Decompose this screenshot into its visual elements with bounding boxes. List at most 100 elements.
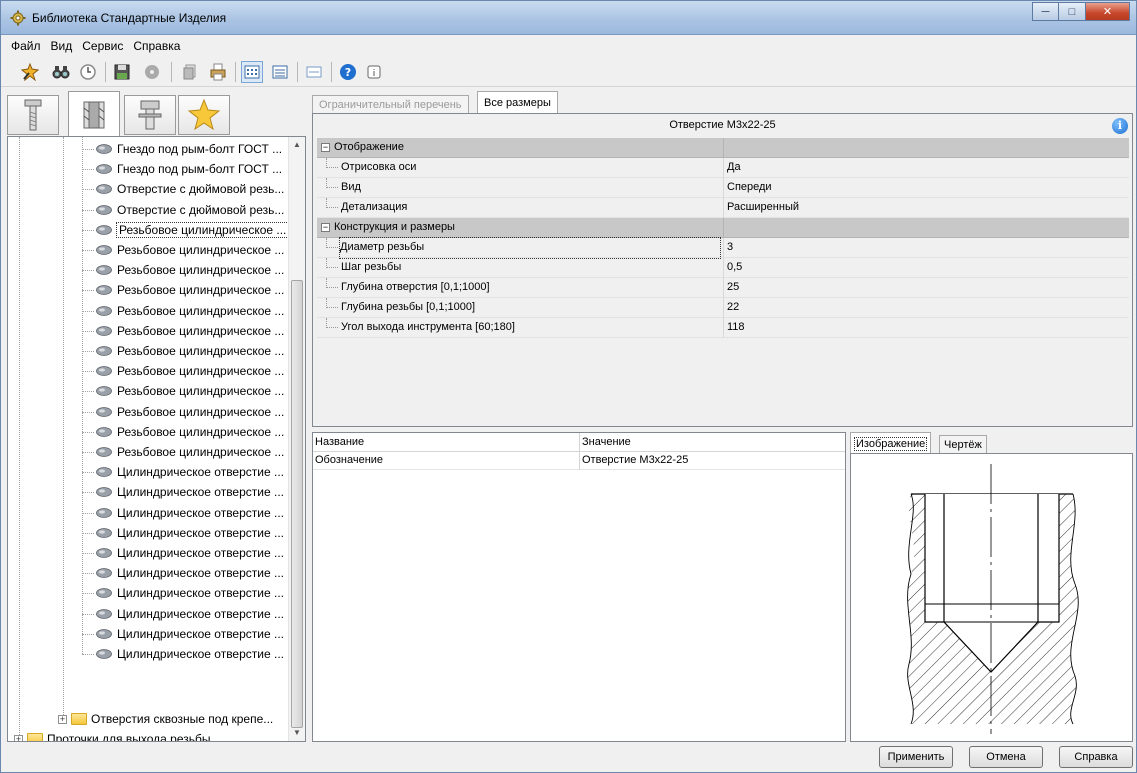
tree-item[interactable]: Резьбовое цилиндрическое ... — [96, 402, 284, 422]
disk-button[interactable] — [141, 61, 163, 83]
tree-item-label: Цилиндрическое отверстие ... — [117, 505, 284, 520]
category-construction[interactable]: − Конструкция и размеры — [317, 218, 1129, 238]
property-row[interactable]: Вид Спереди — [317, 178, 1129, 198]
property-value[interactable]: 3 — [723, 238, 1129, 258]
tree-item[interactable]: Резьбовое цилиндрическое ... — [96, 280, 284, 300]
column-header-name[interactable]: Название — [313, 433, 364, 452]
close-button[interactable]: ✕ — [1086, 2, 1130, 21]
property-row[interactable]: Диаметр резьбы 3 — [317, 237, 1129, 259]
minimize-button[interactable]: ─ — [1032, 2, 1059, 21]
menu-help[interactable]: Справка — [128, 39, 185, 53]
tree-scrollbar[interactable]: ▲ ▼ — [288, 137, 305, 741]
tab-restrict-list[interactable]: Ограничительный перечень — [312, 95, 469, 114]
grid-view-button[interactable] — [241, 61, 263, 83]
property-row[interactable]: Отрисовка оси Да — [317, 158, 1129, 178]
tree-folder-through-holes[interactable]: + Отверстия сквозные под крепе... — [58, 709, 273, 729]
tree-item-label: Резьбовое цилиндрическое ... — [117, 243, 285, 257]
tree-item[interactable]: Резьбовое цилиндрическое ... — [96, 220, 290, 240]
scroll-thumb[interactable] — [291, 280, 303, 728]
apply-button[interactable]: Применить — [879, 746, 953, 768]
pin-icon — [21, 63, 39, 81]
tree-item[interactable]: Резьбовое цилиндрическое ... — [96, 442, 284, 462]
tree-item[interactable]: Резьбовое цилиндрическое ... — [96, 240, 284, 260]
tree-item[interactable]: Резьбовое цилиндрическое ... — [96, 381, 284, 401]
property-value[interactable]: 25 — [723, 278, 1129, 298]
pin-button[interactable] — [19, 61, 41, 83]
tree-item[interactable]: Гнездо под рым-болт ГОСТ ... — [96, 139, 282, 159]
scroll-down-icon[interactable]: ▼ — [289, 725, 305, 741]
property-value[interactable]: Спереди — [723, 178, 1129, 198]
library-panel: Гнездо под рым-болт ГОСТ ... Гнездо под р… — [7, 91, 306, 742]
tree-item[interactable]: Резьбовое цилиндрическое ... — [96, 321, 284, 341]
tree-item[interactable]: Цилиндрическое отверстие ... — [96, 563, 284, 583]
fastener-tab[interactable] — [124, 95, 176, 135]
cancel-button[interactable]: Отмена — [969, 746, 1043, 768]
menu-service[interactable]: Сервис — [77, 39, 128, 53]
tree-item[interactable]: Цилиндрическое отверстие ... — [96, 523, 284, 543]
title-bar: Библиотека Стандартные Изделия ─ □ ✕ — [1, 1, 1136, 35]
tree-item[interactable]: Резьбовое цилиндрическое ... — [96, 422, 284, 442]
print-button[interactable] — [207, 61, 229, 83]
menu-file[interactable]: Файл — [6, 39, 46, 53]
tree-item[interactable]: Резьбовое цилиндрическое ... — [96, 341, 284, 361]
tree-item[interactable]: Отверстие с дюймовой резь... — [96, 179, 284, 199]
tree-item[interactable]: Цилиндрическое отверстие ... — [96, 583, 284, 603]
category-tabs — [7, 91, 306, 137]
menu-view[interactable]: Вид — [46, 39, 78, 53]
tree-item[interactable]: Цилиндрическое отверстие ... — [96, 644, 284, 664]
category-label: Отображение — [334, 141, 404, 153]
property-row[interactable]: Глубина резьбы [0,1;1000] 22 — [317, 298, 1129, 318]
tree-item[interactable]: Цилиндрическое отверстие ... — [96, 482, 284, 502]
scroll-up-icon[interactable]: ▲ — [289, 137, 305, 153]
property-row[interactable]: Шаг резьбы 0,5 — [317, 258, 1129, 278]
property-row[interactable]: Глубина отверстия [0,1;1000] 25 — [317, 278, 1129, 298]
info-icon[interactable]: i — [1112, 118, 1128, 134]
part-icon — [96, 346, 112, 356]
history-button[interactable] — [77, 61, 99, 83]
property-value[interactable]: 0,5 — [723, 258, 1129, 278]
property-value[interactable]: Расширенный — [723, 198, 1129, 218]
library-tree[interactable]: Гнездо под рым-болт ГОСТ ... Гнездо под р… — [7, 136, 306, 742]
table-row[interactable]: Обозначение Отверстие M3x22-25 — [313, 452, 845, 470]
attr-value: Отверстие M3x22-25 — [579, 452, 688, 470]
tree-item[interactable]: Отверстие с дюймовой резь... — [96, 200, 284, 220]
property-row[interactable]: Детализация Расширенный — [317, 198, 1129, 218]
table-view-button[interactable] — [303, 61, 325, 83]
tree-folder-thread-grooves[interactable]: + Проточки для выхода резьбы — [14, 729, 210, 741]
tab-all-sizes[interactable]: Все размеры — [477, 91, 558, 114]
tree-item[interactable]: Цилиндрическое отверстие ... — [96, 543, 284, 563]
maximize-button[interactable]: □ — [1059, 2, 1086, 21]
tab-drawing[interactable]: Чертёж — [939, 435, 987, 454]
property-name: Глубина резьбы [0,1;1000] — [341, 301, 476, 313]
help-dialog-button[interactable]: Справка — [1059, 746, 1133, 768]
nut-tab[interactable] — [68, 91, 120, 137]
property-value[interactable]: 118 — [723, 318, 1129, 338]
tree-item[interactable]: Цилиндрическое отверстие ... — [96, 503, 284, 523]
category-display[interactable]: − Отображение — [317, 138, 1129, 158]
column-header-value[interactable]: Значение — [579, 433, 631, 452]
about-button[interactable]: i — [363, 61, 385, 83]
tree-item[interactable]: Резьбовое цилиндрическое ... — [96, 361, 284, 381]
property-value[interactable]: 22 — [723, 298, 1129, 318]
save-button[interactable] — [111, 61, 133, 83]
favorites-tab[interactable] — [178, 95, 230, 135]
expand-icon[interactable]: + — [58, 714, 67, 724]
part-icon — [96, 487, 112, 498]
expand-icon[interactable]: + — [14, 734, 23, 741]
tree-item[interactable]: Цилиндрическое отверстие ... — [96, 604, 284, 624]
tree-item[interactable]: Гнездо под рым-болт ГОСТ ... — [96, 159, 282, 179]
tree-item[interactable]: Резьбовое цилиндрическое ... — [96, 301, 284, 321]
list-view-button[interactable] — [269, 61, 291, 83]
copy-button[interactable] — [179, 61, 201, 83]
tree-item[interactable]: Цилиндрическое отверстие ... — [96, 462, 284, 482]
part-icon — [96, 588, 112, 599]
property-row[interactable]: Угол выхода инструмента [60;180] 118 — [317, 318, 1129, 338]
part-icon — [96, 184, 112, 195]
tree-item[interactable]: Цилиндрическое отверстие ... — [96, 624, 284, 644]
tab-image[interactable]: Изображение — [850, 432, 932, 454]
tree-item[interactable]: Резьбовое цилиндрическое ... — [96, 260, 284, 280]
help-button[interactable]: ? — [337, 61, 359, 83]
find-button[interactable] — [50, 61, 72, 83]
bolt-tab[interactable] — [7, 95, 59, 135]
property-value[interactable]: Да — [723, 158, 1129, 178]
